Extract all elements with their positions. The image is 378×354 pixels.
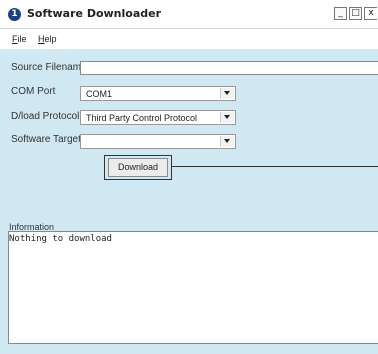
chevron-down-icon[interactable]	[220, 88, 234, 99]
menu-file-label: ile	[17, 34, 27, 44]
software-target-label: Software Target	[11, 134, 81, 145]
source-filename-label: Source Filename	[11, 62, 87, 73]
download-button-focus-frame: Download	[104, 155, 172, 180]
com-port-label: COM Port	[11, 86, 56, 97]
window-title: Software Downloader	[27, 7, 162, 20]
information-text: Nothing to download	[9, 234, 112, 244]
menu-file[interactable]: File	[12, 34, 27, 44]
maximize-button[interactable]: □	[349, 7, 362, 20]
close-button[interactable]: x	[364, 7, 377, 20]
com-port-select[interactable]: COM1	[80, 86, 236, 101]
information-textarea[interactable]: Nothing to download	[8, 231, 378, 344]
app-icon: 1	[8, 8, 21, 21]
chevron-down-icon[interactable]	[220, 112, 234, 123]
menu-help[interactable]: Help	[38, 34, 57, 44]
chevron-down-icon[interactable]	[220, 136, 234, 147]
dload-protocol-label: D/load Protocol	[11, 111, 80, 122]
dload-protocol-select[interactable]: Third Party Control Protocol	[80, 110, 236, 125]
com-port-value: COM1	[86, 89, 113, 99]
dload-protocol-value: Third Party Control Protocol	[86, 113, 198, 123]
software-downloader-window: 1 Software Downloader _ □ x File Help So…	[0, 0, 378, 354]
source-filename-field[interactable]	[80, 61, 378, 75]
callout-line	[172, 166, 378, 167]
title-bar[interactable]: 1 Software Downloader _ □ x	[0, 0, 378, 29]
download-button[interactable]: Download	[108, 158, 168, 177]
menu-help-label: elp	[44, 34, 57, 44]
menu-bar: File Help	[0, 29, 378, 49]
software-target-select[interactable]	[80, 134, 236, 149]
minimize-button[interactable]: _	[334, 7, 347, 20]
